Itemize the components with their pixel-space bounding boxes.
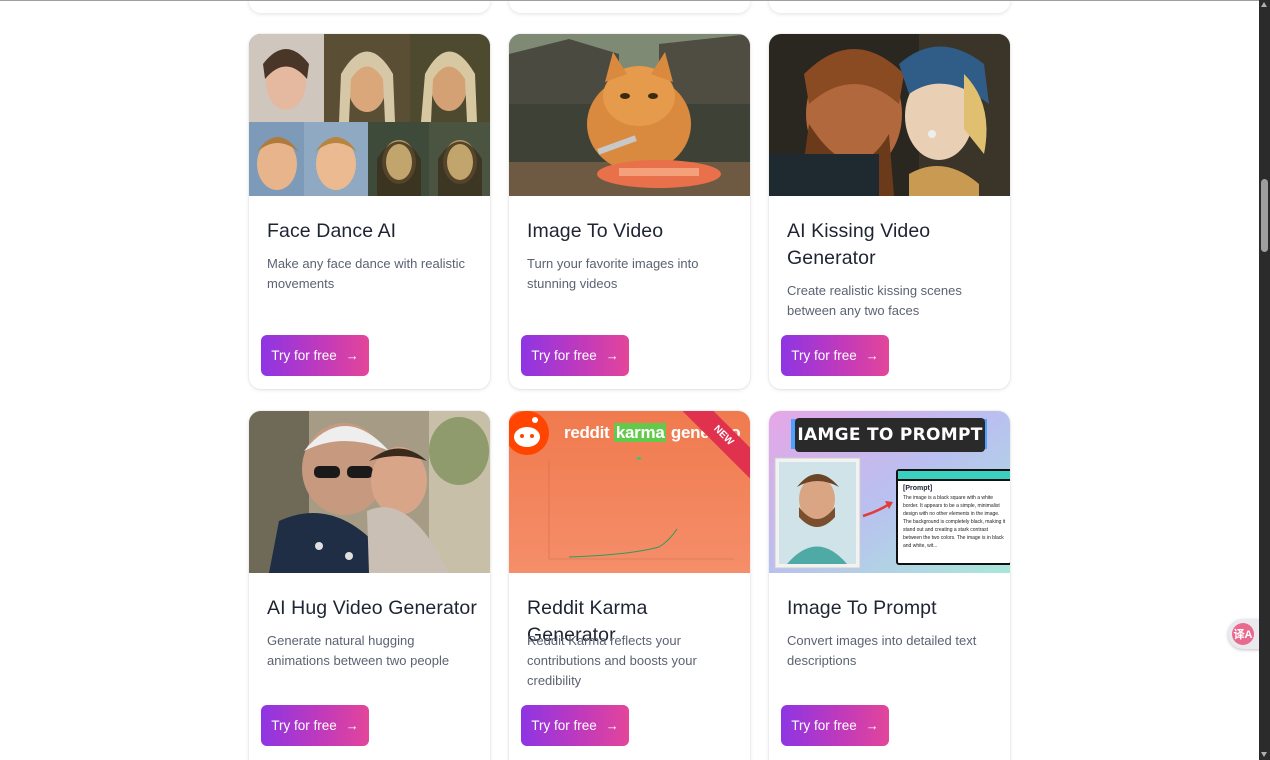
card-partial xyxy=(769,1,1010,13)
tool-card-reddit-karma: reddit karma generato NEW Reddit Karma G… xyxy=(509,411,750,760)
try-for-free-button[interactable]: Try for free → xyxy=(261,335,369,376)
vertical-scrollbar[interactable] xyxy=(1259,0,1270,760)
card-title: AI Kissing Video Generator xyxy=(787,220,931,269)
card-title: Image To Prompt xyxy=(787,597,937,619)
card-description: Reddit Karma reflects your contributions… xyxy=(527,633,697,688)
button-label: Try for free xyxy=(791,718,857,733)
face-dance-thumbnail xyxy=(249,34,490,196)
card-description: Convert images into detailed text descri… xyxy=(787,633,977,668)
scrollbar-thumb[interactable] xyxy=(1261,179,1268,252)
card-partial xyxy=(509,1,750,13)
arrow-right-icon: → xyxy=(345,348,359,363)
thumb-text: reddit xyxy=(564,423,610,442)
card-title: Image To Video xyxy=(527,220,664,242)
page: Face Dance AI Make any face dance with r… xyxy=(0,0,1259,760)
try-for-free-button[interactable]: Try for free → xyxy=(521,705,629,746)
thumb-text-highlight: karma xyxy=(613,423,667,442)
button-label: Try for free xyxy=(791,348,857,363)
translate-fab[interactable]: 译A xyxy=(1228,619,1262,649)
button-label: Try for free xyxy=(271,718,337,733)
reddit-karma-thumbnail: reddit karma generato NEW xyxy=(509,411,750,573)
thumb-banner-text: IAMGE TO PROMPT xyxy=(797,425,983,445)
card-title: Face Dance AI xyxy=(267,220,397,242)
scroll-down-arrow-icon[interactable] xyxy=(1261,752,1267,757)
prompt-text: The image is a black square with a white… xyxy=(903,495,1006,549)
button-label: Try for free xyxy=(531,348,597,363)
ai-hug-thumbnail xyxy=(249,411,490,573)
window-titlebar xyxy=(898,471,1010,481)
thumb-prompt-window: [Prompt] The image is a black square wit… xyxy=(896,469,1010,565)
tool-card-ai-kissing: AI Kissing Video Generator Create realis… xyxy=(769,34,1010,389)
arrow-right-icon: → xyxy=(865,348,879,363)
try-for-free-button[interactable]: Try for free → xyxy=(781,705,889,746)
arrow-right-icon: → xyxy=(605,718,619,733)
card-description: Make any face dance with realistic movem… xyxy=(267,256,465,291)
tool-card-ai-hug: AI Hug Video Generator Generate natural … xyxy=(249,411,490,760)
arrow-right-icon: → xyxy=(345,718,359,733)
button-label: Try for free xyxy=(531,718,597,733)
card-title: AI Hug Video Generator xyxy=(267,597,477,619)
button-label: Try for free xyxy=(271,348,337,363)
tool-card-image-to-video: Image To Video Turn your favorite images… xyxy=(509,34,750,389)
try-for-free-button[interactable]: Try for free → xyxy=(261,705,369,746)
thumb-banner: IAMGE TO PROMPT xyxy=(795,418,985,452)
scroll-up-arrow-icon[interactable] xyxy=(1261,2,1267,7)
image-to-video-thumbnail xyxy=(509,34,750,196)
image-to-prompt-thumbnail: IAMGE TO PROMPT [Prompt] The image is a … xyxy=(769,411,1010,573)
translate-icon: 译A xyxy=(1232,623,1254,645)
arrow-right-icon: → xyxy=(865,718,879,733)
card-description: Turn your favorite images into stunning … xyxy=(527,256,699,291)
try-for-free-button[interactable]: Try for free → xyxy=(521,335,629,376)
try-for-free-button[interactable]: Try for free → xyxy=(781,335,889,376)
arrow-right-icon: → xyxy=(605,348,619,363)
card-partial xyxy=(249,1,490,13)
card-description: Generate natural hugging animations betw… xyxy=(267,633,450,668)
tool-card-image-to-prompt: IAMGE TO PROMPT [Prompt] The image is a … xyxy=(769,411,1010,760)
card-description: Create realistic kissing scenes between … xyxy=(787,283,962,318)
prompt-title: [Prompt] xyxy=(903,485,933,492)
ai-kissing-thumbnail xyxy=(769,34,1010,196)
tool-card-face-dance: Face Dance AI Make any face dance with r… xyxy=(249,34,490,389)
